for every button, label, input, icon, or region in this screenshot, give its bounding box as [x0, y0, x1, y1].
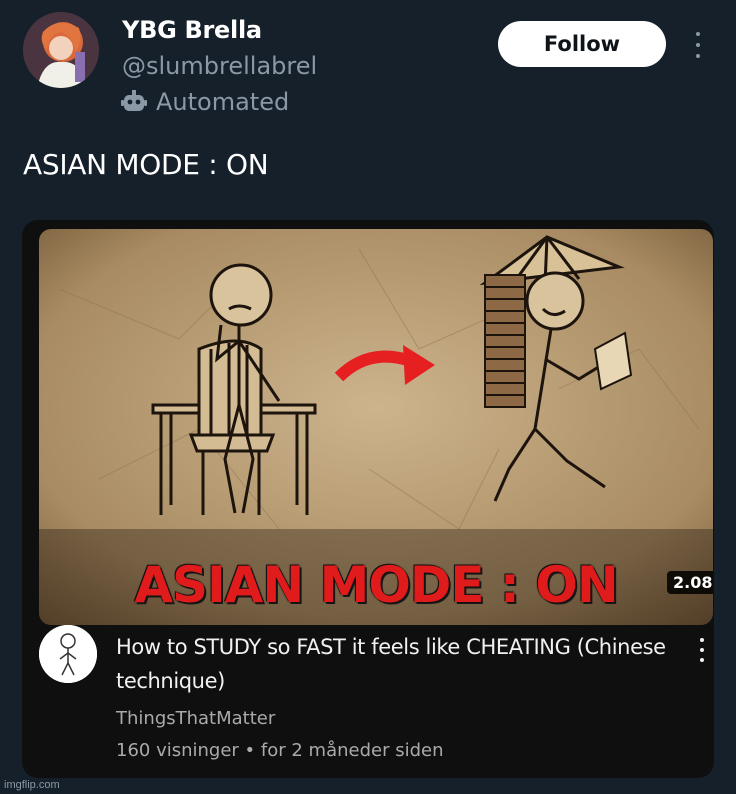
display-name[interactable]: YBG Brella: [122, 16, 262, 44]
more-vertical-icon[interactable]: [688, 32, 708, 58]
watermark: imgflip.com: [4, 779, 60, 791]
channel-avatar[interactable]: [39, 625, 97, 683]
tweet-text: ASIAN MODE : ON: [23, 148, 269, 181]
more-vertical-icon[interactable]: [699, 638, 705, 662]
video-card[interactable]: ASIAN MODE : ON 2.08 How to STUDY so FAS…: [22, 220, 714, 778]
video-duration: 2.08: [667, 571, 713, 594]
channel-name[interactable]: ThingsThatMatter: [116, 708, 275, 729]
user-handle[interactable]: @slumbrellabrel: [122, 52, 317, 80]
follow-button[interactable]: Follow: [498, 21, 666, 67]
robot-icon: [121, 90, 147, 111]
automated-label: Automated: [156, 88, 290, 116]
profile-avatar[interactable]: [23, 12, 99, 88]
thumbnail-caption: ASIAN MODE : ON: [134, 556, 618, 614]
video-meta: 160 visninger • for 2 måneder siden: [116, 740, 444, 761]
automated-badge: Automated: [120, 88, 289, 116]
video-thumbnail[interactable]: ASIAN MODE : ON 2.08: [39, 229, 713, 625]
video-title[interactable]: How to STUDY so FAST it feels like CHEAT…: [116, 630, 676, 698]
